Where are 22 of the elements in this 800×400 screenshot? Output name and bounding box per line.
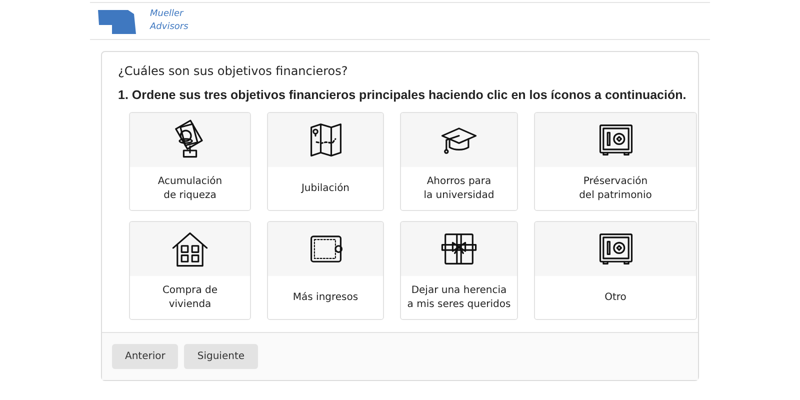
goal-option[interactable]: Ahorros para la universidad bbox=[400, 112, 518, 211]
option-label: Dejar una herencia a mis seres queridos bbox=[407, 284, 511, 312]
goal-option[interactable]: Acumulación de riqueza bbox=[129, 112, 251, 211]
goal-option[interactable]: Préservación del patrimonio bbox=[534, 112, 697, 211]
question-title: ¿Cuáles son sus objetivos financieros? bbox=[118, 64, 349, 78]
goal-option[interactable]: Otro bbox=[534, 221, 697, 320]
option-label: Compra de vivienda bbox=[162, 284, 218, 312]
goal-option[interactable]: Dejar una herencia a mis seres queridos bbox=[400, 221, 518, 320]
option-label: Acumulación de riqueza bbox=[158, 174, 222, 202]
option-label: Ahorros para la universidad bbox=[424, 174, 494, 202]
logo-text: Advisors bbox=[150, 21, 188, 34]
logo-text: Mueller bbox=[150, 8, 185, 21]
nav-button[interactable]: Anterior bbox=[112, 344, 178, 369]
goal-option[interactable]: Compra de vivienda bbox=[129, 221, 251, 320]
nav-button[interactable]: Siguiente bbox=[184, 344, 258, 369]
option-label: Jubilación bbox=[301, 182, 350, 196]
goal-option[interactable]: Jubilación bbox=[267, 112, 384, 211]
instruction-text: 1. Ordene sus tres objetivos financieros principales haciendo clic en los íconos a continuación. bbox=[118, 88, 686, 102]
goal-option[interactable]: Más ingresos bbox=[267, 221, 384, 320]
option-label: Préservación del patrimonio bbox=[579, 174, 652, 202]
option-label: Otro bbox=[604, 290, 626, 304]
option-label: Más ingresos bbox=[292, 290, 358, 304]
